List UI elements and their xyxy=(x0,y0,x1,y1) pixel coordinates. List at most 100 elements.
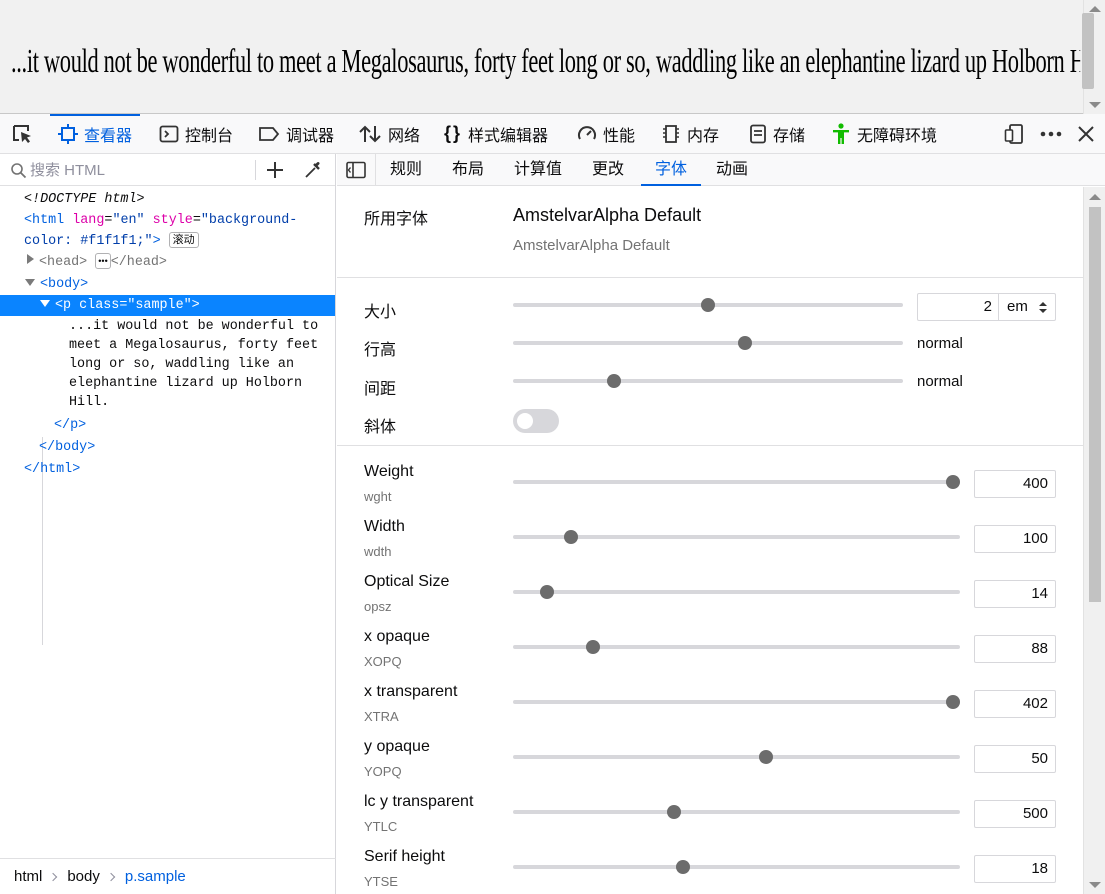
html-style-value-part1[interactable]: "background- xyxy=(201,213,297,228)
p-text-node[interactable]: ...it would not be wonderful to meet a M… xyxy=(0,317,335,412)
size-slider-thumb[interactable] xyxy=(701,298,715,312)
tab-animations[interactable]: 动画 xyxy=(716,154,748,185)
expand-head-icon[interactable] xyxy=(27,254,34,264)
tab-memory[interactable]: 内存 xyxy=(661,114,719,153)
unit-select-value: em xyxy=(1007,298,1028,315)
axis-xopq-slider-thumb[interactable] xyxy=(586,640,601,654)
axis-ytse-input[interactable]: 18 xyxy=(974,855,1056,883)
scroll-up-icon[interactable] xyxy=(1089,6,1101,12)
responsive-design-icon xyxy=(1004,123,1023,144)
html-style-value-part2[interactable]: color: #f1f1f1;" xyxy=(24,234,153,249)
p-close-node[interactable]: </p> xyxy=(0,415,335,436)
collapse-body-icon[interactable] xyxy=(25,279,35,286)
letter-spacing-slider[interactable] xyxy=(513,374,903,388)
scrollbar-thumb[interactable] xyxy=(1089,207,1101,602)
tab-style-editor[interactable]: {} 样式编辑器 xyxy=(444,114,548,153)
scroll-up-icon[interactable] xyxy=(1089,194,1101,200)
scroll-down-icon[interactable] xyxy=(1089,102,1101,108)
accessibility-icon xyxy=(833,122,849,144)
breadcrumb-html[interactable]: html xyxy=(14,868,42,885)
tab-rules[interactable]: 规则 xyxy=(390,154,422,185)
more-options-button[interactable] xyxy=(1040,114,1062,153)
axis-opsz-slider[interactable] xyxy=(513,585,960,599)
size-slider[interactable] xyxy=(513,298,903,312)
axis-opsz-slider-thumb[interactable] xyxy=(540,585,555,599)
axis-xopq-input[interactable]: 88 xyxy=(974,635,1056,663)
size-input[interactable]: 2 xyxy=(917,293,999,321)
axis-wght-input[interactable]: 400 xyxy=(974,470,1056,498)
responsive-design-button[interactable] xyxy=(1004,114,1024,153)
p-close-tag: </p> xyxy=(54,418,87,433)
head-open-tag: <head> xyxy=(39,255,88,270)
unit-select[interactable]: em xyxy=(998,293,1056,321)
tab-accessibility[interactable]: 无障碍环境 xyxy=(831,114,937,153)
close-devtools-button[interactable] xyxy=(1077,114,1095,153)
style-editor-icon: {} xyxy=(444,123,463,143)
axis-yopq-slider-thumb[interactable] xyxy=(759,750,774,764)
p-class-value[interactable]: "sample" xyxy=(127,298,191,313)
html-close-node[interactable]: </html> xyxy=(0,459,335,480)
axis-yopq-slider[interactable] xyxy=(513,750,960,764)
tab-changes[interactable]: 更改 xyxy=(592,154,624,185)
tab-debugger[interactable]: 调试器 xyxy=(258,114,334,153)
axis-wdth-input[interactable]: 100 xyxy=(974,525,1056,553)
p-class-attr[interactable]: class xyxy=(79,298,119,313)
axis-wdth-slider[interactable] xyxy=(513,530,960,544)
axis-xopq-slider[interactable] xyxy=(513,640,960,654)
tab-network[interactable]: 网络 xyxy=(358,114,420,153)
collapse-p-icon[interactable] xyxy=(40,300,50,307)
doctype-node[interactable]: <!DOCTYPE html> xyxy=(0,189,335,210)
p-node-selected[interactable]: <p class="sample"> xyxy=(0,295,335,316)
letter-spacing-slider-thumb[interactable] xyxy=(607,374,622,388)
html-style-attr[interactable]: style xyxy=(153,213,193,228)
eyedropper-icon[interactable] xyxy=(303,160,323,180)
search-html-input[interactable] xyxy=(30,159,250,181)
head-collapsed-badge[interactable]: ••• xyxy=(95,253,111,269)
tab-layout[interactable]: 布局 xyxy=(452,154,484,185)
axis-wght-slider[interactable] xyxy=(513,475,961,489)
axis-ytlc-input[interactable]: 500 xyxy=(974,800,1056,828)
scrollbar-thumb[interactable] xyxy=(1082,13,1094,89)
html-node-continued[interactable]: color: #f1f1f1;"> 滚动 xyxy=(0,231,335,252)
fonts-scrollbar[interactable] xyxy=(1083,187,1105,894)
font-name: AmstelvarAlpha Default xyxy=(513,205,702,225)
tab-performance[interactable]: 性能 xyxy=(577,114,635,153)
scroll-badge[interactable]: 滚动 xyxy=(168,232,199,248)
p-text-line-5: Hill. xyxy=(69,395,110,410)
axis-wght-slider-thumb[interactable] xyxy=(946,475,961,489)
head-node[interactable]: <head> ••• </head> xyxy=(0,252,335,273)
html-lang-value[interactable]: "en" xyxy=(112,213,144,228)
scroll-down-icon[interactable] xyxy=(1089,882,1101,888)
preview-scrollbar[interactable] xyxy=(1082,0,1105,114)
axis-ytse-slider-thumb[interactable] xyxy=(675,860,690,874)
tab-computed[interactable]: 计算值 xyxy=(514,154,562,185)
axis-xopq-tag: XOPQ xyxy=(364,654,402,669)
tab-console[interactable]: 控制台 xyxy=(159,114,233,153)
html-node[interactable]: <html lang="en" style="background- xyxy=(0,210,335,231)
add-node-icon[interactable] xyxy=(266,161,284,179)
axis-ytlc-slider[interactable] xyxy=(513,805,960,819)
body-node[interactable]: <body> xyxy=(0,274,335,295)
axis-xtra-slider-thumb[interactable] xyxy=(946,695,961,709)
tab-storage[interactable]: 存储 xyxy=(749,114,805,153)
pick-element-button[interactable] xyxy=(12,114,34,153)
axis-wdth-slider-thumb[interactable] xyxy=(564,530,579,544)
body-close-node[interactable]: </body> xyxy=(0,437,335,458)
tab-fonts[interactable]: 字体 xyxy=(640,154,702,186)
html-lang-attr[interactable]: lang xyxy=(72,213,104,228)
line-height-slider[interactable] xyxy=(513,336,903,350)
breadcrumb-body[interactable]: body xyxy=(67,868,100,885)
line-height-slider-thumb[interactable] xyxy=(738,336,753,350)
axis-xtra-slider[interactable] xyxy=(513,695,961,709)
axis-yopq-input[interactable]: 50 xyxy=(974,745,1056,773)
tab-inspector[interactable]: 查看器 xyxy=(49,114,141,153)
toggle-sidebar-icon[interactable] xyxy=(346,161,366,179)
italic-toggle[interactable] xyxy=(513,409,559,433)
body-open-tag: <body> xyxy=(40,277,89,292)
axis-xtra-input[interactable]: 402 xyxy=(974,690,1056,718)
axis-ytlc-slider-thumb[interactable] xyxy=(666,805,681,819)
axis-ytse-slider[interactable] xyxy=(513,860,960,874)
fonts-panel: 所用字体 AmstelvarAlpha Default AmstelvarAlp… xyxy=(337,187,1083,894)
breadcrumb-p-sample[interactable]: p.sample xyxy=(125,868,186,885)
axis-opsz-input[interactable]: 14 xyxy=(974,580,1056,608)
